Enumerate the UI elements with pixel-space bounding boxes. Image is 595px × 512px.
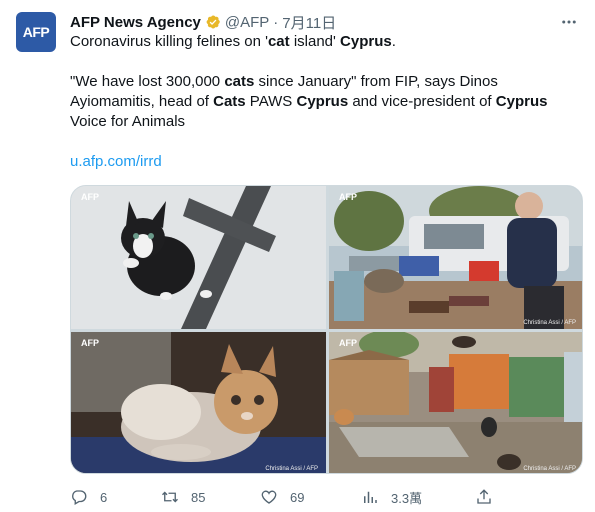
photo-credit: Christina Assi / AFP (523, 466, 576, 472)
media-grid: AFP AFP Christina Assi / AFP AFP Christi… (70, 185, 583, 474)
article-link[interactable]: u.afp.com/irrd (70, 153, 162, 170)
retweet-count: 85 (191, 489, 206, 505)
avatar[interactable]: AFP (16, 12, 56, 52)
reply-button[interactable]: 6 (70, 488, 107, 506)
views-count: 3.3萬 (391, 490, 423, 506)
share-icon (475, 488, 493, 506)
reply-count: 6 (100, 489, 108, 505)
action-bar: 6 85 69 3.3萬 (70, 486, 500, 508)
more-icon[interactable] (557, 10, 581, 34)
author-name[interactable]: AFP News Agency (70, 14, 201, 31)
retweet-icon (161, 488, 179, 506)
headline-line: Coronavirus killing felines on 'cat isla… (70, 33, 396, 50)
afp-watermark: AFP (81, 338, 99, 348)
photo-kitten-cross[interactable]: AFP (71, 186, 326, 329)
share-button[interactable] (475, 488, 493, 506)
tweet[interactable]: AFP AFP News Agency @AFP · 7月11日 Coronav… (0, 0, 595, 512)
verified-badge-icon[interactable] (205, 14, 221, 30)
retweet-button[interactable]: 85 (161, 488, 205, 506)
separator-dot: · (273, 13, 279, 31)
tweet-text: Coronavirus killing felines on 'cat isla… (70, 32, 580, 172)
views-button[interactable]: 3.3萬 (361, 488, 422, 507)
afp-watermark: AFP (339, 338, 357, 348)
like-count: 69 (290, 489, 305, 505)
quote-paragraph: "We have lost 300,000 cats since January… (70, 73, 548, 130)
reply-icon (70, 488, 88, 506)
photo-cat-houses[interactable]: AFP Christina Assi / AFP (329, 332, 582, 473)
photo-fluffy-cat[interactable]: AFP Christina Assi / AFP (71, 332, 326, 473)
photo-credit: Christina Assi / AFP (265, 466, 318, 472)
heart-icon (260, 488, 278, 506)
author-handle[interactable]: @AFP (225, 14, 269, 31)
photo-man-feeding-cats[interactable]: AFP Christina Assi / AFP (329, 186, 582, 329)
views-icon (361, 488, 379, 506)
afp-watermark: AFP (339, 192, 357, 202)
photo-credit: Christina Assi / AFP (523, 320, 576, 326)
afp-watermark: AFP (81, 192, 99, 202)
tweet-header: AFP News Agency @AFP · 7月11日 (70, 12, 336, 32)
tweet-date[interactable]: 7月11日 (282, 12, 336, 33)
like-button[interactable]: 69 (260, 488, 304, 506)
